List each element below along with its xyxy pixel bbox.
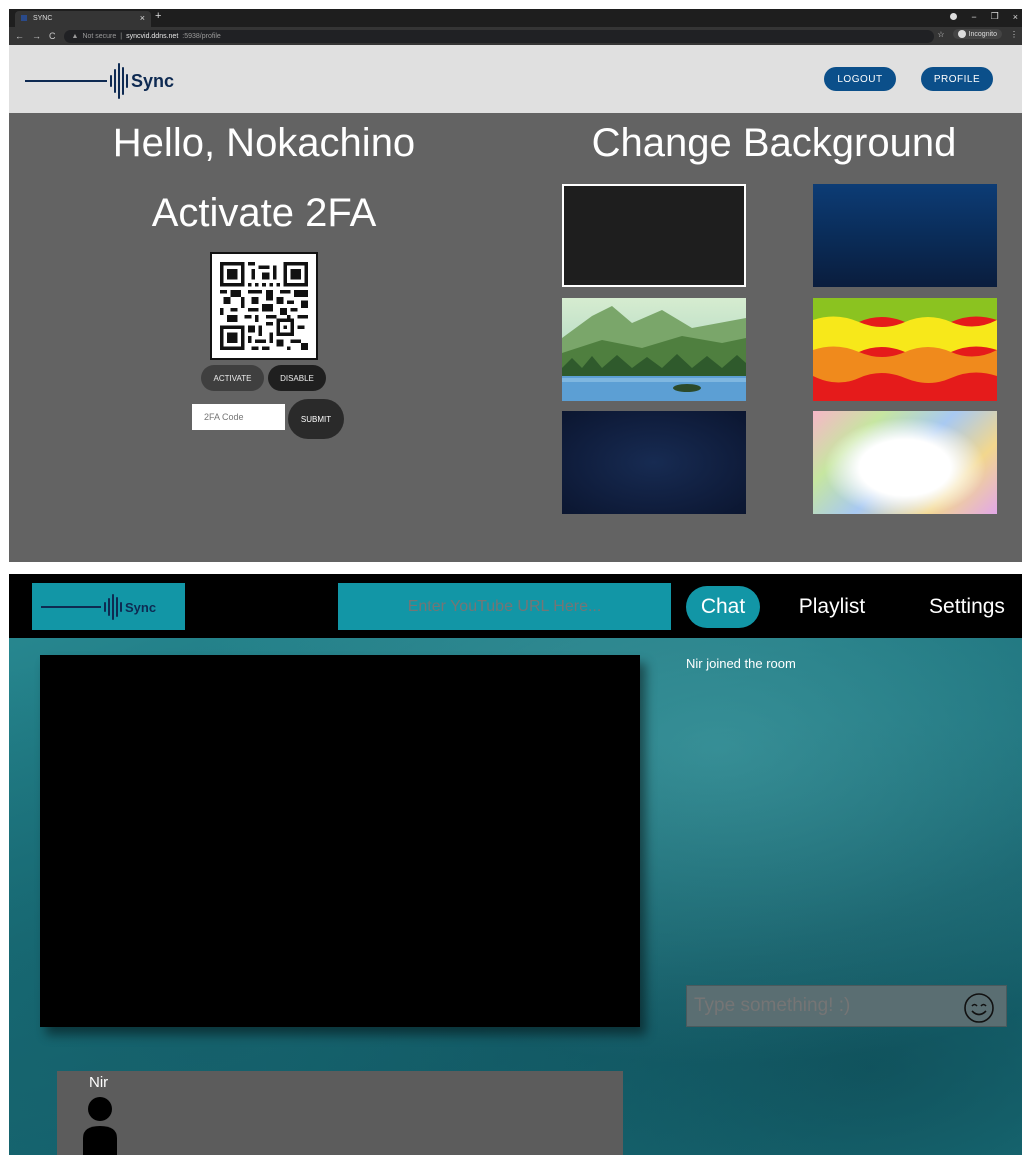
room-top-bar: Sync Chat Playlist Settings <box>9 574 1022 638</box>
background-option-color-splash[interactable] <box>813 411 997 514</box>
background-option-dark-pattern[interactable] <box>562 411 746 514</box>
chat-message-input[interactable] <box>686 985 1007 1027</box>
browser-tab[interactable]: SYNC × <box>15 11 151 27</box>
favicon-icon <box>21 15 27 22</box>
browser-tab-bar: SYNC × + − ❐ × <box>9 9 1022 27</box>
address-bar-actions: ☆ Incognito ⋮ <box>937 29 1018 39</box>
tab-playlist[interactable]: Playlist <box>791 586 873 628</box>
disable-2fa-button[interactable]: DISABLE <box>268 365 326 391</box>
waves-image <box>813 298 997 401</box>
maximize-icon[interactable]: ❐ <box>991 11 999 22</box>
twofa-heading: Activate 2FA <box>151 191 377 235</box>
url-field[interactable]: ▲ Not secure | syncvid.ddns.net:5938/pro… <box>63 29 934 43</box>
new-tab-icon[interactable]: + <box>155 10 161 22</box>
logo-waveform-icon <box>104 594 122 620</box>
browser-address-bar: ← → C ▲ Not secure | syncvid.ddns.net:59… <box>9 27 1022 45</box>
tab-chat[interactable]: Chat <box>686 586 760 628</box>
background-option-waves[interactable] <box>813 298 997 401</box>
room-screenshot: Sync Chat Playlist Settings Nir joined t… <box>9 574 1022 1155</box>
youtube-url-input[interactable] <box>338 583 671 630</box>
background-option-dark[interactable] <box>562 184 746 287</box>
twofa-code-input[interactable] <box>192 404 285 430</box>
logo-line <box>25 80 107 82</box>
security-label: Not secure <box>82 32 117 40</box>
site-header: Sync LOGOUT PROFILE <box>9 45 1022 113</box>
user-avatar-icon <box>81 1096 119 1155</box>
chat-message: Nir joined the room <box>686 656 796 671</box>
qr-code-image <box>220 262 308 350</box>
logo-wordmark: Sync <box>131 70 175 91</box>
smiley-icon <box>964 993 994 1023</box>
tab-settings[interactable]: Settings <box>917 586 1017 628</box>
profile-button[interactable]: PROFILE <box>921 67 993 91</box>
background-option-mountain-lake[interactable] <box>562 298 746 401</box>
url-host: syncvid.ddns.net <box>126 32 179 40</box>
logout-button[interactable]: LOGOUT <box>824 67 896 91</box>
submit-code-button[interactable]: SUBMIT <box>288 399 344 439</box>
background-option-blue-rain[interactable] <box>813 184 997 287</box>
window-controls: − ❐ × <box>950 11 1018 22</box>
activate-2fa-button[interactable]: ACTIVATE <box>201 365 264 391</box>
logo-waveform-icon <box>110 63 128 99</box>
mountain-lake-image <box>562 306 746 401</box>
warning-icon: ▲ <box>71 32 79 40</box>
video-player[interactable] <box>40 655 640 1027</box>
profile-content: Hello, Nokachino Activate 2FA ACTIVATE D… <box>9 113 1022 562</box>
profile-screenshot: SYNC × + − ❐ × ← → C ▲ Not secure | sync… <box>9 9 1022 562</box>
tab-close-icon[interactable]: × <box>140 13 145 23</box>
reload-icon[interactable]: C <box>49 31 56 41</box>
emoji-icon[interactable] <box>963 992 995 1024</box>
bookmark-star-icon[interactable]: ☆ <box>937 30 944 39</box>
incognito-label: Incognito <box>968 30 997 38</box>
users-panel: Nir <box>57 1071 623 1155</box>
room-sync-logo: Sync <box>41 593 156 621</box>
menu-icon[interactable]: ⋮ <box>1010 30 1018 39</box>
person-icon <box>83 1097 117 1155</box>
url-path: :5938/profile <box>182 32 221 40</box>
logo-line <box>41 606 101 608</box>
sync-logo[interactable]: Sync <box>25 63 174 99</box>
incognito-badge[interactable]: Incognito <box>952 29 1002 39</box>
tab-title: SYNC <box>32 15 53 22</box>
minimize-icon[interactable]: − <box>971 12 976 22</box>
incognito-icon <box>957 30 966 38</box>
user-name: Nir <box>89 1074 109 1091</box>
back-icon[interactable]: ← <box>15 31 24 41</box>
logo-wordmark: Sync <box>125 599 157 615</box>
twofa-qr-code <box>210 252 318 360</box>
close-window-icon[interactable]: × <box>1013 12 1018 22</box>
backgrounds-heading: Change Background <box>591 121 957 165</box>
greeting-heading: Hello, Nokachino <box>112 121 416 165</box>
url-separator: | <box>120 32 123 40</box>
room-logo-box[interactable]: Sync <box>32 583 185 630</box>
profile-circle-icon[interactable] <box>950 13 958 20</box>
forward-icon[interactable]: → <box>32 31 41 41</box>
